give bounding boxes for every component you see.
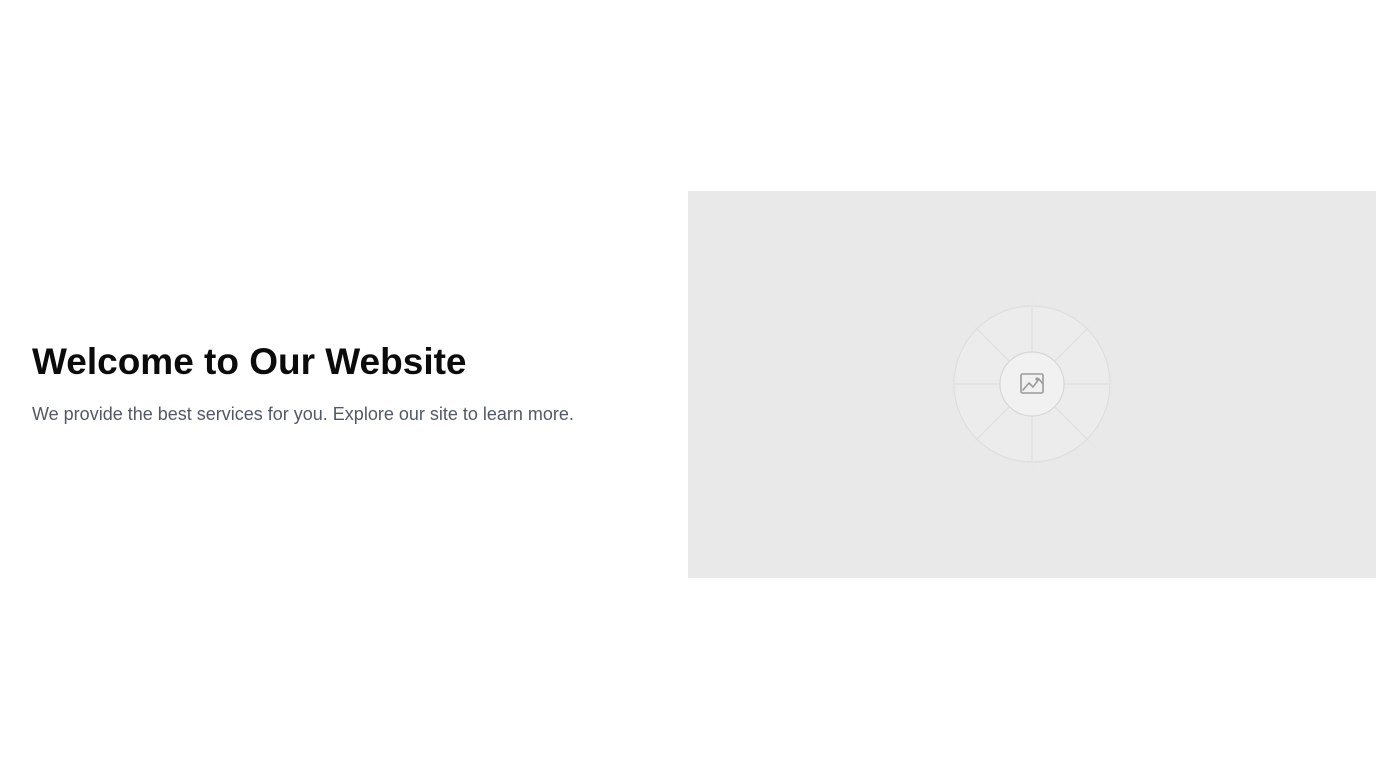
page: Welcome to Our Website We provide the be…	[0, 0, 1376, 768]
hero-title: Welcome to Our Website	[32, 341, 467, 382]
hero-text-section: Welcome to Our Website We provide the be…	[32, 336, 672, 426]
placeholder-inner-circle	[999, 351, 1065, 417]
placeholder-graphic	[922, 269, 1142, 499]
hero-subtitle: We provide the best services for you. Ex…	[32, 404, 574, 424]
hero-image-placeholder	[688, 191, 1376, 578]
